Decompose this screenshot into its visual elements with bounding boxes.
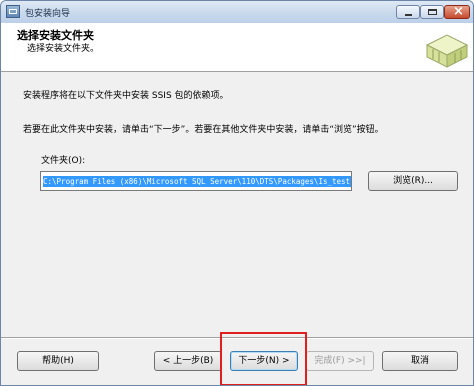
browse-button[interactable]: 浏览(R)... — [368, 171, 458, 191]
description-text: 安装程序将在以下文件夹中安装 SSIS 包的依赖项。 — [23, 91, 229, 101]
close-icon[interactable] — [444, 4, 470, 19]
package-icon — [6, 5, 20, 18]
page-subtitle: 选择安装文件夹。 — [27, 44, 100, 54]
help-button[interactable]: 帮助(H) — [17, 351, 99, 371]
instruction-text: 若要在此文件夹中安装，请单击“下一步”。若要在其他文件夹中安装，请单击“浏览”按… — [23, 125, 384, 135]
minimize-icon[interactable] — [396, 5, 420, 19]
folder-label: 文件夹(O): — [41, 156, 86, 166]
package-installation-wizard-window: 包安装向导 选择安装文件夹 选择安装文件夹。 安装程序将在以下文件夹中安装 SS… — [0, 0, 474, 386]
back-button[interactable]: < 上一步(B) — [154, 351, 222, 371]
folder-path-input[interactable]: C:\Program Files (x86)\Microsoft SQL Ser… — [40, 171, 352, 191]
folder-path-value: C:\Program Files (x86)\Microsoft SQL Ser… — [43, 176, 352, 187]
finish-button[interactable]: 完成(F) >>| — [306, 351, 374, 371]
cancel-button[interactable]: 取消 — [382, 351, 458, 371]
package-wizard-graphic — [425, 34, 469, 68]
maximize-icon[interactable] — [420, 5, 444, 19]
window-title: 包安装向导 — [25, 9, 71, 19]
title-bar[interactable]: 包安装向导 — [1, 1, 473, 23]
highlight-annotation — [220, 332, 307, 385]
